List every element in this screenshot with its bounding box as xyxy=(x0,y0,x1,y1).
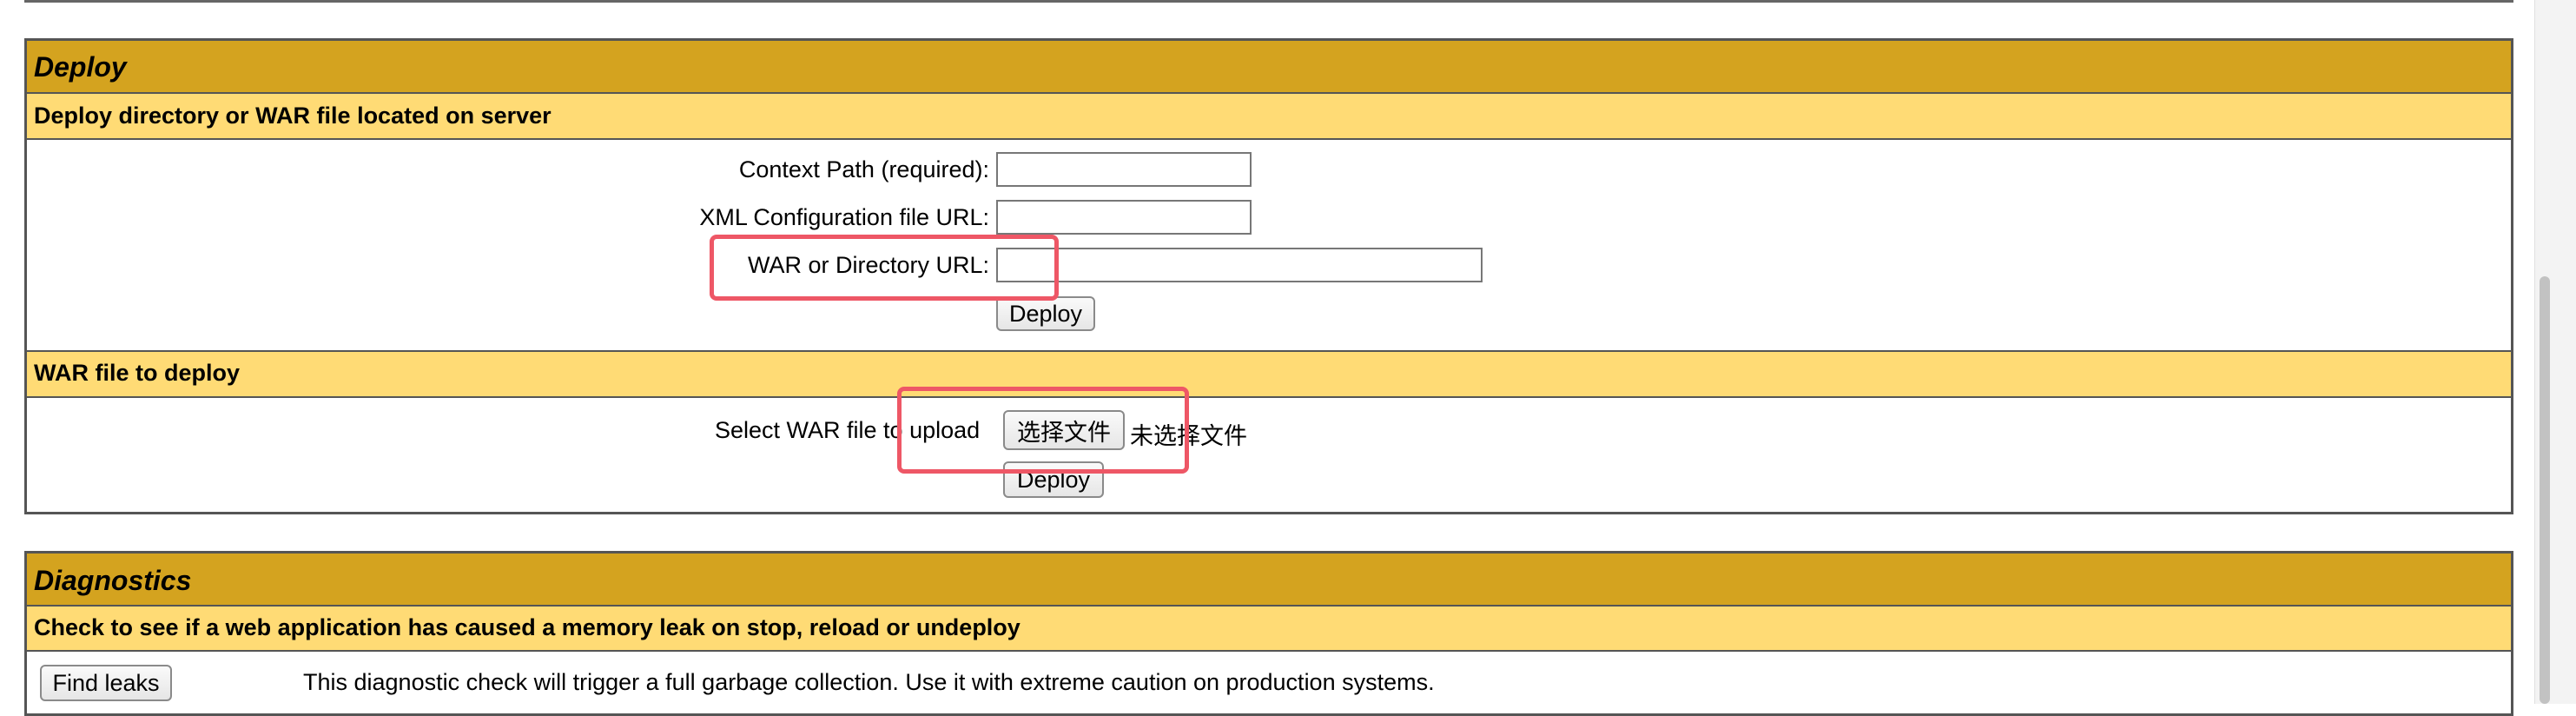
memory-leak-header: Check to see if a web application has ca… xyxy=(27,607,2511,652)
find-leaks-button[interactable]: Find leaks xyxy=(40,665,172,701)
server-deploy-header-text: Deploy directory or WAR file located on … xyxy=(34,103,552,129)
upload-deploy-button[interactable]: Deploy xyxy=(1003,461,1104,498)
context-path-input[interactable] xyxy=(996,152,1252,187)
diagnostics-table: Diagnostics Check to see if a web applic… xyxy=(24,551,2513,716)
war-upload-header-text: WAR file to deploy xyxy=(34,360,241,386)
xml-config-input[interactable] xyxy=(996,200,1252,235)
choose-file-button[interactable]: 选择文件 xyxy=(1003,410,1125,450)
top-divider xyxy=(24,0,2513,3)
find-leaks-description: This diagnostic check will trigger a ful… xyxy=(303,669,1435,695)
select-war-label: Select WAR file to upload xyxy=(715,417,981,443)
memory-leak-header-text: Check to see if a web application has ca… xyxy=(34,614,1020,640)
diagnostics-title: Diagnostics xyxy=(34,565,192,596)
server-deploy-button[interactable]: Deploy xyxy=(996,296,1095,331)
xml-config-label: XML Configuration file URL: xyxy=(699,204,989,230)
war-dir-input[interactable] xyxy=(996,248,1483,282)
war-dir-label: WAR or Directory URL: xyxy=(747,252,989,278)
scrollbar-thumb[interactable] xyxy=(2540,276,2550,704)
context-path-label: Context Path (required): xyxy=(738,156,989,182)
war-upload-header: WAR file to deploy xyxy=(27,350,2511,398)
deploy-table: Deploy Deploy directory or WAR file loca… xyxy=(24,38,2513,514)
deploy-title: Deploy xyxy=(34,51,127,83)
deploy-title-row: Deploy xyxy=(27,41,2511,94)
diagnostics-title-row: Diagnostics xyxy=(27,554,2511,607)
no-file-chosen-text: 未选择文件 xyxy=(1130,423,1247,449)
server-deploy-header: Deploy directory or WAR file located on … xyxy=(27,94,2511,140)
